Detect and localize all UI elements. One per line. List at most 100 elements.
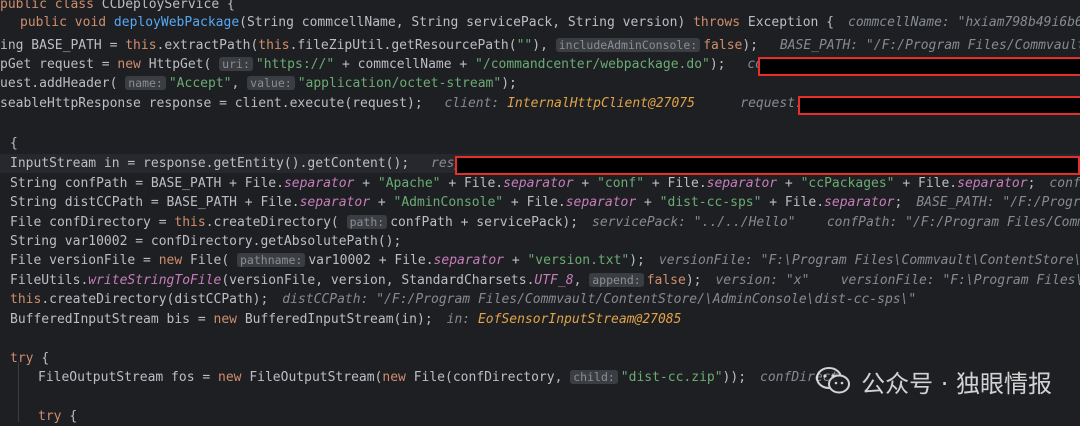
- code-line-var10002[interactable]: String var10002 = confDirectory.getAbsol…: [0, 232, 1080, 251]
- code-token: );: [685, 273, 702, 288]
- code-line-base-path[interactable]: ing BASE_PATH = this.extractPath(this.fi…: [0, 36, 1080, 55]
- code-token: +: [777, 176, 801, 191]
- code-token: "": [516, 38, 533, 53]
- code-token: new: [158, 253, 191, 268]
- code-token: separator: [433, 253, 504, 268]
- code-token: new: [218, 370, 250, 385]
- code-line-buffered[interactable]: BufferedInputStream bis = new BufferedIn…: [0, 310, 1080, 329]
- code-token: ),: [532, 38, 556, 53]
- code-token: UTF_8: [534, 273, 574, 288]
- redaction-commcell: [758, 57, 1080, 76]
- code-token: "/commandcenter/webpackage.do": [475, 57, 710, 72]
- debug-value: BASE_PATH: "/F:/Program Files/Commvau: [916, 195, 1080, 210]
- code-token: try: [10, 351, 42, 366]
- code-line-conf-path[interactable]: String confPath = BASE_PATH + File.separ…: [0, 174, 1080, 193]
- code-token: uest.addHeader(: [0, 76, 126, 91]
- code-token: separator: [283, 176, 355, 191]
- code-token: "dist-cc-sps": [659, 195, 762, 210]
- code-token: "Accept": [168, 76, 232, 91]
- debug-value: confPath: "/F:/Progr: [1049, 176, 1080, 191]
- code-token: public void: [20, 15, 114, 30]
- code-token: this: [125, 38, 157, 53]
- code-token: +: [636, 195, 660, 210]
- code-line-method-decl[interactable]: public void deployWebPackage(String comm…: [0, 13, 1080, 32]
- param-hint: append:: [589, 273, 644, 287]
- code-token: this: [258, 38, 290, 53]
- code-token: );: [501, 76, 517, 91]
- param-hint: child:: [570, 370, 618, 384]
- code-line-dist-cc-path[interactable]: String distCCPath = BASE_PATH + File.sep…: [0, 193, 1080, 212]
- code-token: String confPath = BASE_PATH + File.: [10, 176, 284, 191]
- wechat-icon: [815, 366, 851, 396]
- code-line-version-file[interactable]: File versionFile = new File( pathname: va…: [0, 251, 1080, 270]
- code-token: + File.: [503, 195, 566, 210]
- code-token: {: [10, 136, 18, 151]
- wechat-watermark: 公众号 · 独眼情报: [815, 364, 1052, 398]
- code-line-write-string[interactable]: FileUtils.writeStringToFile(versionFile,…: [0, 271, 1080, 290]
- code-token: );: [742, 38, 766, 53]
- code-token: ,: [231, 76, 248, 91]
- code-token: File(: [190, 253, 237, 268]
- code-token: this: [174, 215, 206, 230]
- code-token: var10002 + File.: [308, 253, 434, 268]
- code-token: ing BASE_PATH =: [0, 38, 126, 53]
- code-line-add-header[interactable]: uest.addHeader( name: "Accept", value: "ap…: [0, 74, 1080, 93]
- code-token: pGet request =: [0, 57, 118, 72]
- code-token: public class: [0, 0, 102, 12]
- code-token: File(confDirectory,: [413, 370, 571, 385]
- debug-value: servicePack: "../../Hello" confPath: "/F…: [592, 215, 1080, 230]
- code-token: deployWebPackage: [113, 15, 240, 30]
- code-token: .createDirectory(: [205, 215, 347, 230]
- debug-value: client:: [444, 96, 508, 111]
- code-token: FileOutputStream(: [249, 370, 383, 385]
- code-line-create-dist[interactable]: this.createDirectory(distCCPath); distCCP…: [0, 290, 1080, 309]
- code-line-class-decl[interactable]: public class CCDeployService {: [0, 0, 1080, 14]
- param-hint: value:: [247, 76, 295, 90]
- code-token: separator: [957, 176, 1028, 191]
- code-token: false: [703, 38, 743, 53]
- code-token: false: [646, 273, 686, 288]
- code-token: File confDirectory =: [10, 215, 175, 230]
- code-token: +: [504, 253, 528, 268]
- code-token: confPath + servicePack);: [390, 215, 579, 230]
- redaction-response: [455, 156, 1080, 175]
- debug-value: commcellName: "hxiam798b49i6b6b9y2v8k6du…: [848, 15, 1080, 30]
- debug-value: distCCPath: "/F:/Program Files/Commvault…: [282, 292, 917, 307]
- code-token: ,: [573, 273, 590, 288]
- code-token: (String commcellName, String servicePack…: [239, 15, 694, 30]
- code-token: separator: [706, 176, 778, 191]
- code-token: .fileZipUtil.getResourcePath(: [289, 38, 517, 53]
- debug-value: version: "x" versionFile: "F:\Program Fi…: [715, 273, 1080, 288]
- code-token: writeStringToFile: [88, 273, 222, 288]
- code-token: separator: [565, 195, 637, 210]
- code-line-conf-directory[interactable]: File confDirectory = this.createDirector…: [0, 213, 1080, 232]
- code-token: this: [10, 292, 42, 307]
- param-hint: pathname:: [237, 253, 306, 267]
- code-token: FileOutputStream fos =: [38, 370, 219, 385]
- code-token: +: [573, 176, 598, 191]
- code-token: "application/octet-stream": [297, 76, 502, 91]
- code-line-try-2[interactable]: try {: [0, 407, 1080, 426]
- code-token: new: [117, 57, 149, 72]
- fold-guide: [18, 362, 19, 422]
- code-token: "ccPackages": [800, 176, 895, 191]
- code-line-blank-2[interactable]: [0, 329, 1080, 348]
- code-token: FileUtils.: [10, 273, 89, 288]
- code-token: new: [382, 370, 414, 385]
- code-token: );: [709, 57, 734, 72]
- code-line-blank-1[interactable]: [0, 114, 1080, 133]
- code-token: + File.: [894, 176, 958, 191]
- code-token: BufferedInputStream bis =: [10, 312, 214, 327]
- debug-value: BASE_PATH: "/F:/Program Files/Commvault/…: [779, 38, 1080, 53]
- watermark-text: 公众号 · 独眼情报: [861, 369, 1052, 398]
- code-token: separator: [824, 195, 895, 210]
- code-token: "version.txt": [527, 253, 630, 268]
- code-token: "https://": [255, 57, 335, 72]
- code-token: .createDirectory(distCCPath);: [41, 292, 269, 307]
- code-token: +: [354, 176, 378, 191]
- code-line-open-brace[interactable]: {: [0, 134, 1080, 153]
- code-token: CCDeployService {: [101, 0, 235, 12]
- code-token: ;: [894, 195, 903, 210]
- code-token: separator: [503, 176, 574, 191]
- code-token: BufferedInputStream(in);: [244, 312, 433, 327]
